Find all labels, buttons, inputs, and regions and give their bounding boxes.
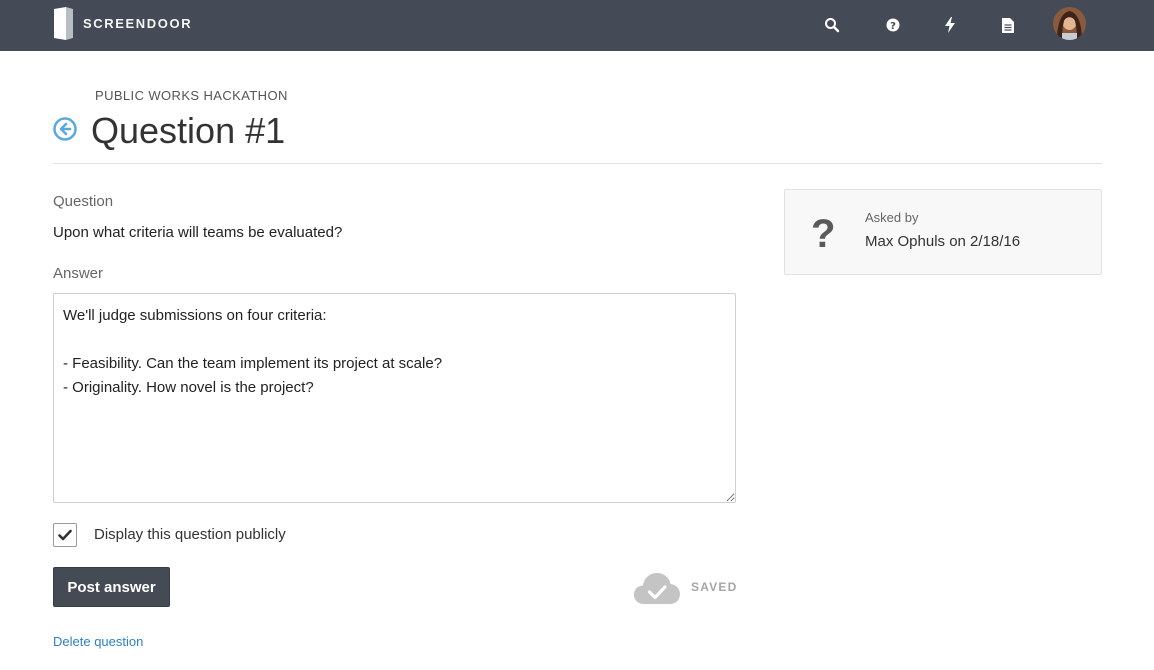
- header-divider: [53, 163, 1102, 164]
- asked-by-value: Max Ophuls on 2/18/16: [865, 233, 1021, 250]
- checkmark-icon: [58, 529, 72, 541]
- post-answer-button[interactable]: Post answer: [53, 567, 170, 607]
- display-publicly-checkbox[interactable]: [53, 523, 77, 547]
- top-navbar: SCREENDOOR ?: [0, 0, 1154, 51]
- question-text: Upon what criteria will teams be evaluat…: [53, 224, 343, 241]
- user-avatar[interactable]: [1053, 7, 1086, 40]
- asked-by-panel: ? Asked by Max Ophuls on 2/18/16: [784, 189, 1102, 275]
- search-icon[interactable]: [820, 13, 844, 37]
- door-logo-icon: [54, 7, 73, 40]
- app-name: SCREENDOOR: [83, 16, 193, 31]
- svg-text:?: ?: [890, 21, 896, 32]
- question-mark-icon: ?: [811, 212, 836, 256]
- page-title: Question #1: [91, 110, 286, 151]
- help-icon[interactable]: ?: [881, 13, 905, 37]
- answer-label: Answer: [53, 265, 104, 282]
- document-icon[interactable]: [996, 13, 1020, 37]
- bolt-icon[interactable]: [938, 13, 962, 37]
- app-logo[interactable]: SCREENDOOR: [54, 7, 192, 40]
- question-label: Question: [53, 193, 114, 210]
- saved-status: SAVED: [691, 580, 738, 594]
- delete-question-link[interactable]: Delete question: [53, 634, 143, 649]
- cloud-check-icon: [634, 571, 680, 605]
- answer-textarea[interactable]: We'll judge submissions on four criteria…: [53, 293, 736, 503]
- display-publicly-label[interactable]: Display this question publicly: [94, 526, 286, 543]
- back-arrow-icon[interactable]: [53, 117, 77, 141]
- organization-name[interactable]: PUBLIC WORKS HACKATHON: [95, 88, 288, 103]
- asked-by-label: Asked by: [865, 210, 919, 225]
